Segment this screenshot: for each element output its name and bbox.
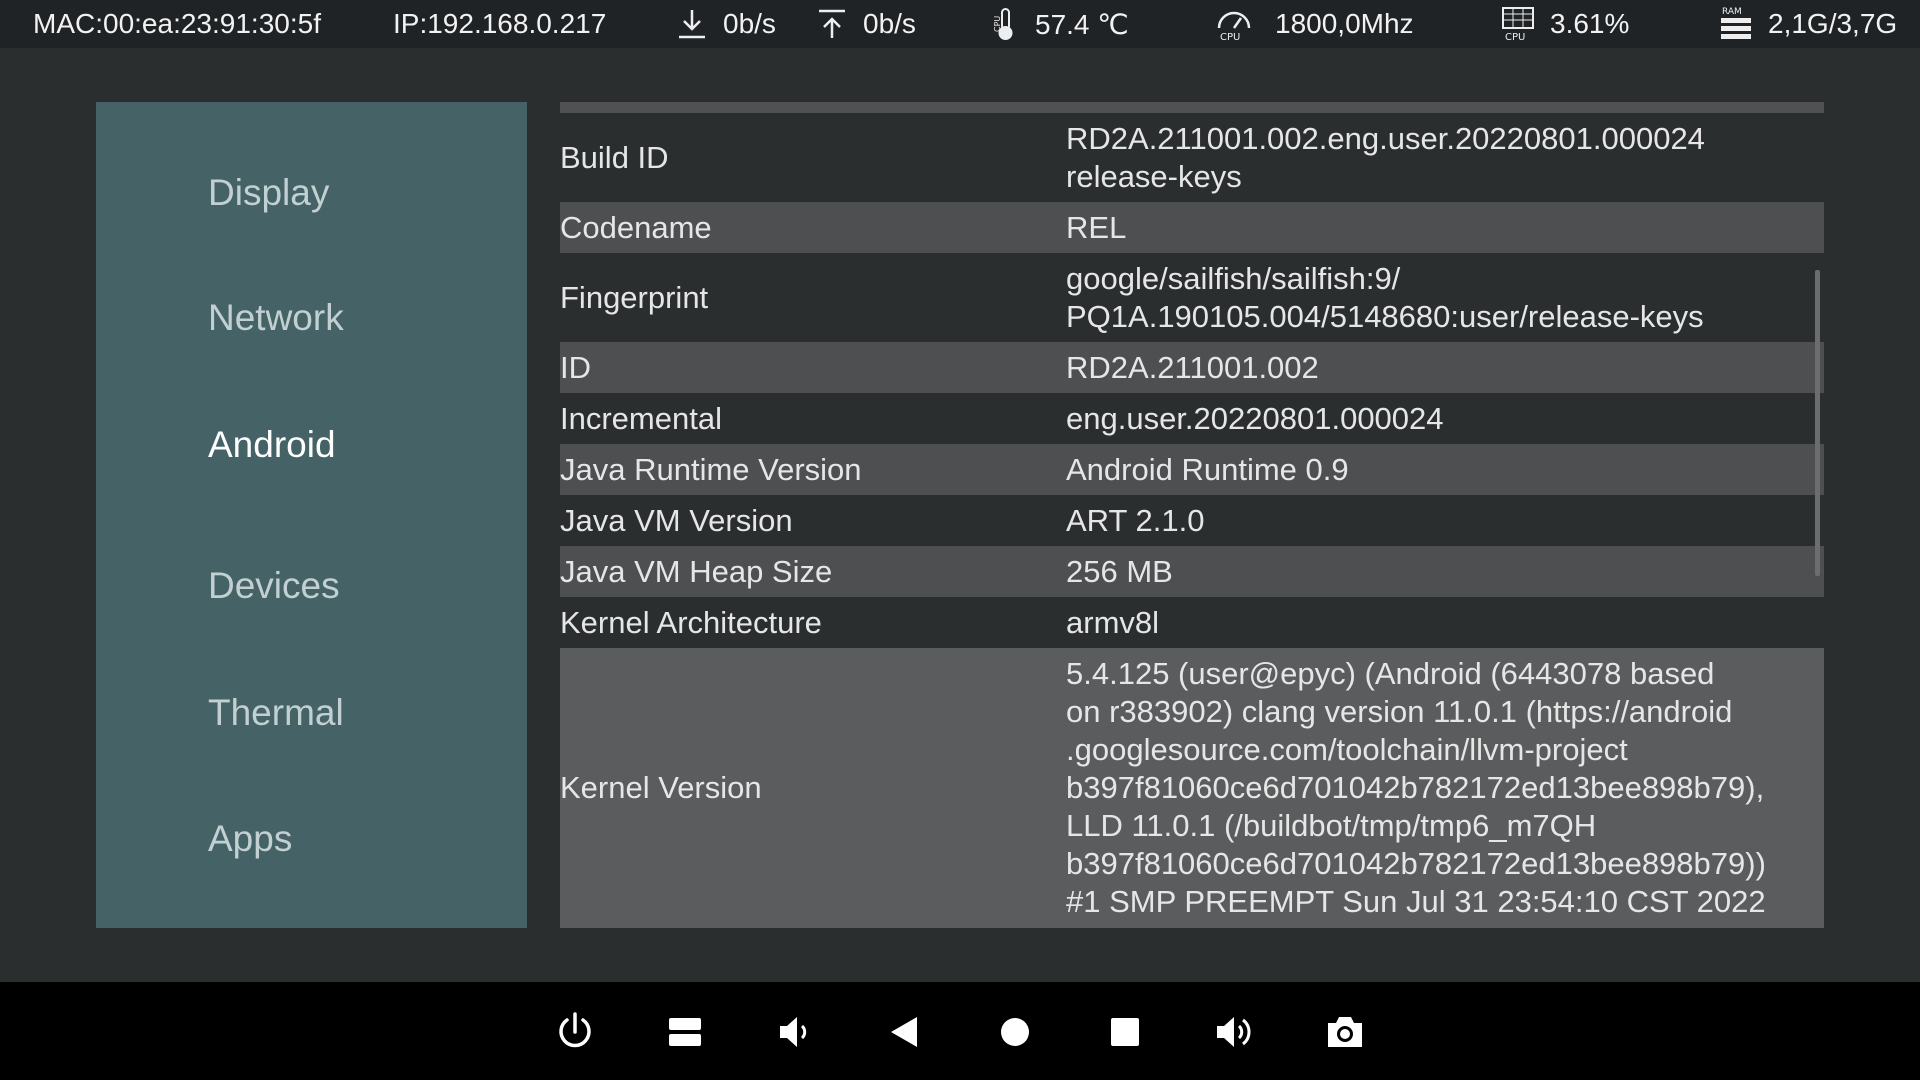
table-row-java-runtime-version: Java Runtime Version Android Runtime 0.9 [560, 444, 1824, 495]
table-row-incremental: Incremental eng.user.20220801.000024 [560, 393, 1824, 444]
row-key: Incremental [560, 400, 722, 436]
download-icon [675, 7, 709, 41]
menu-icon[interactable] [655, 1002, 715, 1062]
row-value: 256 MB [1066, 553, 1173, 589]
sidebar-item-devices[interactable]: Devices [208, 565, 340, 607]
cpu-frequency-group: CPU 1800,0Mhz [1215, 0, 1414, 48]
table-top-divider [560, 102, 1824, 113]
temperature-group: CPU 57.4 ℃ [985, 0, 1129, 48]
table-row-id: ID RD2A.211001.002 [560, 342, 1824, 393]
status-bar: MAC:00:ea:23:91:30:5f IP:192.168.0.217 0… [0, 0, 1920, 48]
upload-icon [815, 7, 849, 41]
home-icon[interactable] [985, 1002, 1045, 1062]
svg-text:RAM: RAM [1722, 7, 1742, 17]
row-value: 5.4.125 (user@epyc) (Android (6443078 ba… [1066, 656, 1766, 919]
back-icon[interactable] [875, 1002, 935, 1062]
recents-icon[interactable] [1095, 1002, 1155, 1062]
row-key: Java VM Version [560, 502, 793, 538]
row-key: Fingerprint [560, 279, 709, 315]
temperature-value: 57.4 ℃ [1035, 8, 1129, 40]
cpu-chart-icon: CPU [1500, 6, 1536, 42]
sidebar-item-thermal[interactable]: Thermal [208, 692, 344, 734]
volume-up-icon[interactable] [1205, 1002, 1265, 1062]
svg-text:CPU: CPU [1505, 32, 1525, 42]
row-key: ID [560, 349, 591, 385]
ip-address: IP:192.168.0.217 [393, 8, 607, 39]
svg-text:CPU: CPU [993, 16, 1002, 32]
ram-group: RAM 2,1G/3,7G [1718, 0, 1897, 48]
cpu-usage-group: CPU 3.61% [1500, 0, 1629, 48]
mac-address: MAC:00:ea:23:91:30:5f [33, 8, 321, 39]
row-value: google/sailfish/sailfish:9/ PQ1A.190105.… [1066, 260, 1704, 334]
table-row-java-vm-heap-size: Java VM Heap Size 256 MB [560, 546, 1824, 597]
sidebar-item-apps[interactable]: Apps [208, 818, 292, 860]
row-value: Android Runtime 0.9 [1066, 451, 1349, 487]
upload-speed: 0b/s [863, 8, 916, 39]
download-speed-group: 0b/s [675, 0, 776, 48]
table-row-build-id: Build ID RD2A.211001.002.eng.user.202208… [560, 113, 1824, 202]
android-info-table: Build ID RD2A.211001.002.eng.user.202208… [560, 102, 1824, 928]
download-speed: 0b/s [723, 8, 776, 39]
ram-value: 2,1G/3,7G [1768, 8, 1898, 39]
screenshot-icon[interactable] [1315, 1002, 1375, 1062]
table-row-kernel-architecture: Kernel Architecture armv8l [560, 597, 1824, 648]
ram-icon: RAM [1718, 5, 1754, 43]
row-value: ART 2.1.0 [1066, 502, 1205, 538]
row-key: Build ID [560, 139, 669, 175]
cpu-gauge-icon: CPU [1215, 6, 1253, 42]
table-row-kernel-version: Kernel Version 5.4.125 (user@epyc) (Andr… [560, 648, 1824, 928]
table-row-fingerprint: Fingerprint google/sailfish/sailfish:9/ … [560, 253, 1824, 342]
svg-text:CPU: CPU [1220, 32, 1240, 42]
table-row-codename: Codename REL [560, 202, 1824, 253]
row-key: Kernel Architecture [560, 604, 822, 640]
table-scrollbar[interactable] [1815, 270, 1820, 576]
row-key: Codename [560, 209, 712, 245]
row-value: armv8l [1066, 604, 1160, 640]
sidebar-item-display[interactable]: Display [208, 172, 329, 214]
sidebar-item-network[interactable]: Network [208, 297, 344, 339]
cpu-usage-value: 3.61% [1550, 8, 1630, 39]
row-value: RD2A.211001.002.eng.user.20220801.000024… [1066, 120, 1705, 194]
power-icon[interactable] [545, 1002, 605, 1062]
cpu-frequency-value: 1800,0Mhz [1275, 8, 1414, 39]
row-key: Java Runtime Version [560, 451, 862, 487]
table-row-java-vm-version: Java VM Version ART 2.1.0 [560, 495, 1824, 546]
row-value: eng.user.20220801.000024 [1066, 400, 1444, 436]
upload-speed-group: 0b/s [815, 0, 916, 48]
row-value: RD2A.211001.002 [1066, 349, 1319, 385]
row-value: REL [1066, 209, 1127, 245]
sidebar: Display Network Android Devices Thermal … [96, 102, 527, 928]
volume-down-icon[interactable] [765, 1002, 825, 1062]
sidebar-item-android[interactable]: Android [208, 424, 336, 466]
cpu-thermometer-icon: CPU [985, 6, 1021, 42]
navigation-bar [0, 982, 1920, 1080]
row-key: Kernel Version [560, 770, 762, 805]
row-key: Java VM Heap Size [560, 553, 833, 589]
